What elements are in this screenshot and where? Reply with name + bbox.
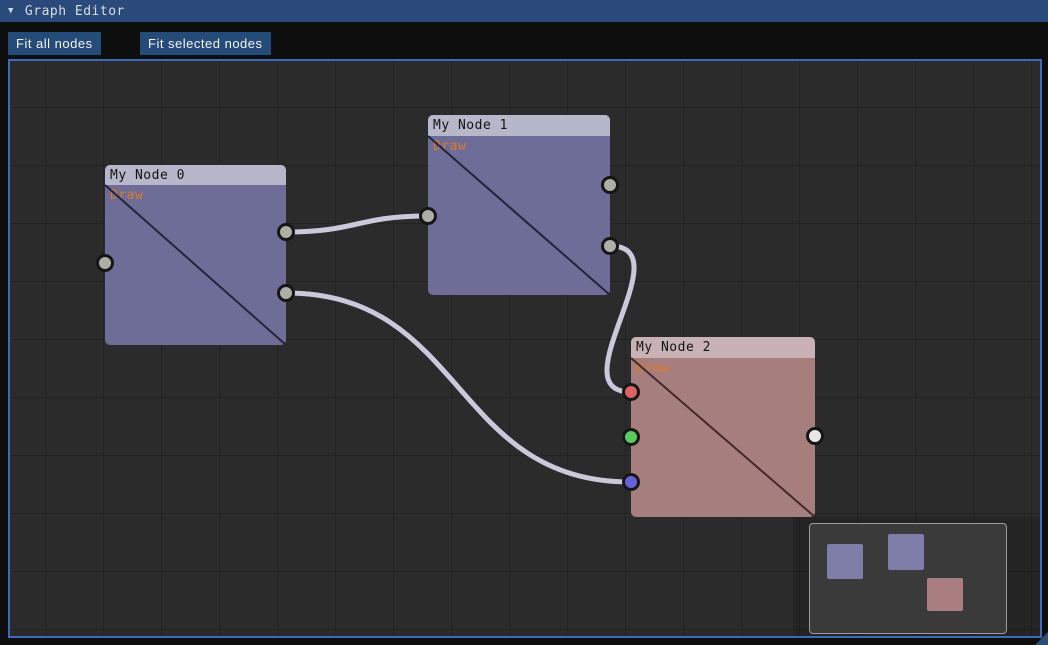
node-2[interactable]: My Node 2Draw (631, 337, 815, 517)
node-draw-label: Draw (428, 136, 610, 154)
minimap-node-2 (927, 578, 963, 611)
node-0[interactable]: My Node 0Draw (105, 165, 286, 345)
minimap[interactable] (809, 523, 1007, 634)
fit-all-nodes-button[interactable]: Fit all nodes (8, 32, 101, 55)
node-title[interactable]: My Node 0 (105, 165, 286, 185)
minimap-node-0 (827, 544, 863, 579)
minimap-node-1 (888, 534, 924, 570)
node-draw-label: Draw (631, 358, 815, 376)
collapse-arrow-icon[interactable]: ▼ (8, 0, 14, 22)
node-draw-label: Draw (105, 185, 286, 203)
window-title: Graph Editor (25, 4, 125, 19)
fit-selected-nodes-button[interactable]: Fit selected nodes (140, 32, 271, 55)
resize-grip-icon[interactable] (1035, 632, 1048, 645)
node-1[interactable]: My Node 1Draw (428, 115, 610, 295)
node-title[interactable]: My Node 2 (631, 337, 815, 358)
node-title[interactable]: My Node 1 (428, 115, 610, 136)
window-titlebar[interactable]: ▼ Graph Editor (0, 0, 1048, 22)
